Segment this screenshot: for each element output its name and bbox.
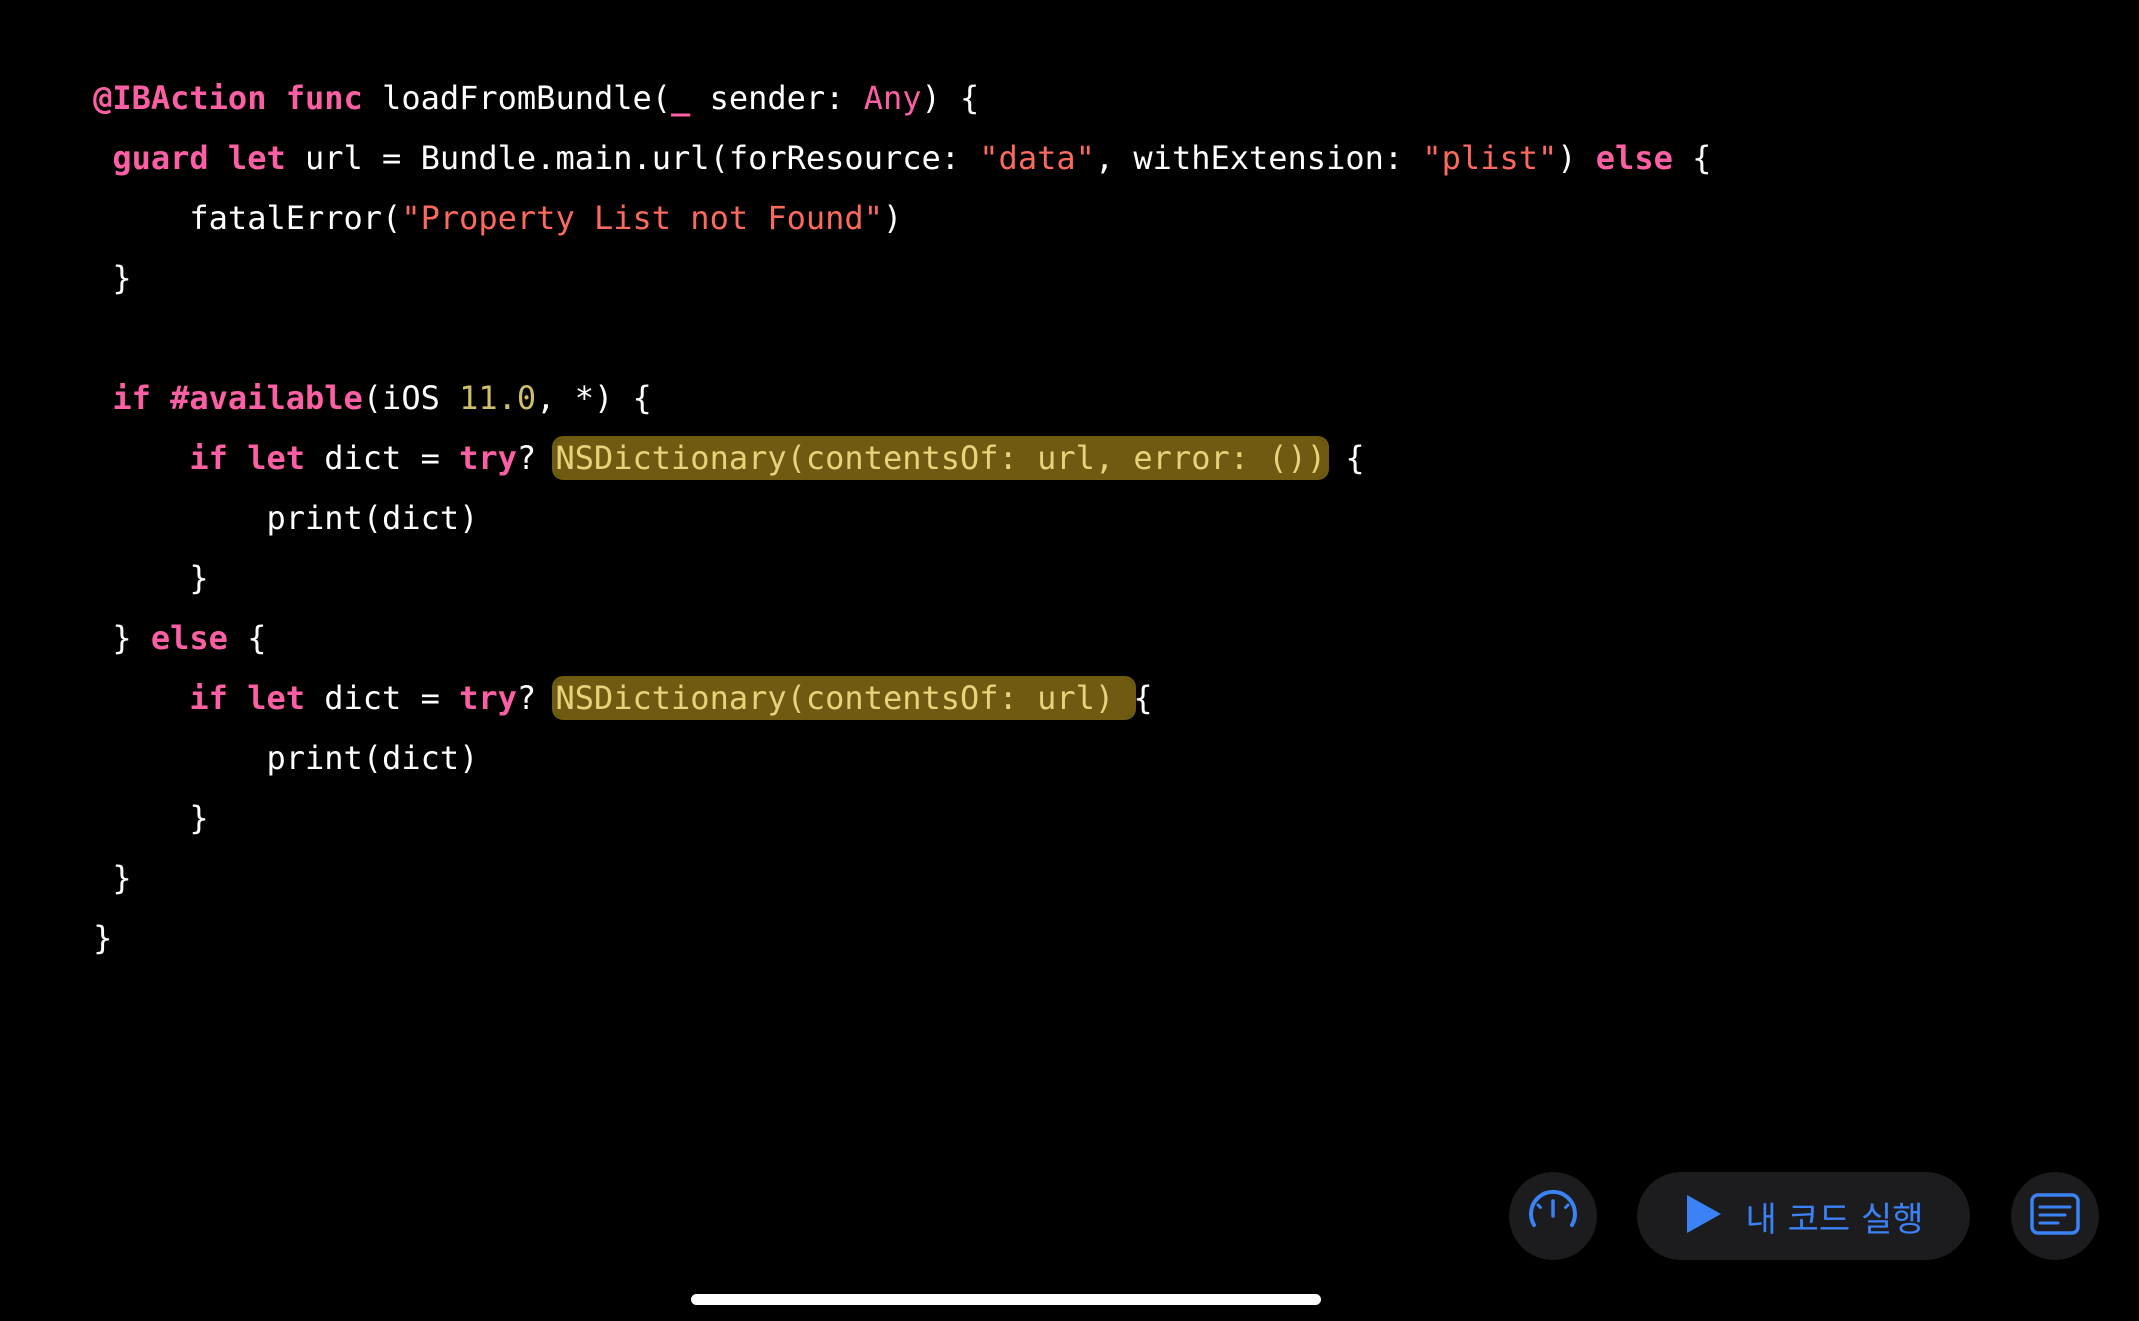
- code-token: , withExtension:: [1094, 139, 1423, 177]
- code-token: ): [882, 199, 903, 237]
- code-token: else: [1595, 139, 1673, 177]
- code-line-11: if let dict = try? NSDictionary(contents…: [16, 608, 1153, 717]
- highlighted-code: NSDictionary(contentsOf: url): [555, 679, 1134, 717]
- code-line-6: if #available(iOS 11.0, *) {: [16, 308, 651, 417]
- notes-button[interactable]: [2011, 1172, 2099, 1260]
- code-token: ?: [516, 679, 556, 717]
- code-token: {: [1133, 679, 1153, 717]
- code-token: }: [93, 919, 113, 957]
- code-token: {: [1326, 439, 1365, 477]
- code-token: "Property List not Found": [401, 199, 883, 237]
- code-line-4: }: [16, 188, 131, 297]
- speed-button[interactable]: [1509, 1172, 1597, 1260]
- code-token: "data": [979, 139, 1095, 177]
- code-token: }: [93, 259, 132, 297]
- code-token: "plist": [1422, 139, 1558, 177]
- code-line-14: }: [16, 788, 131, 897]
- code-line-9: }: [16, 488, 208, 597]
- code-line-8: print(dict): [16, 428, 478, 537]
- code-line-7: if let dict = try? NSDictionary(contents…: [16, 368, 1365, 477]
- code-token: {: [1672, 139, 1712, 177]
- play-icon: [1683, 1192, 1723, 1240]
- code-line-1: @IBAction func loadFromBundle(_ sender: …: [16, 8, 979, 117]
- highlighted-code: NSDictionary(contentsOf: url, error: ()): [555, 439, 1327, 477]
- code-line-10: } else {: [16, 548, 266, 657]
- code-line-15: }: [16, 848, 112, 957]
- code-token: fatalError(: [93, 199, 402, 237]
- home-indicator[interactable]: [691, 1294, 1321, 1305]
- speedometer-icon: [1524, 1185, 1582, 1247]
- code-line-2: guard let url = Bundle.main.url(forResou…: [16, 68, 1711, 177]
- run-button-label: 내 코드 실행: [1745, 1199, 1924, 1240]
- code-token: ): [1557, 139, 1596, 177]
- run-my-code-button[interactable]: 내 코드 실행: [1637, 1172, 1970, 1260]
- code-token: ?: [516, 439, 556, 477]
- code-line-3: fatalError("Property List not Found"): [16, 128, 902, 237]
- text-lines-icon: [2029, 1192, 2081, 1240]
- code-line-12: print(dict): [16, 668, 478, 777]
- code-line-13: }: [16, 728, 208, 837]
